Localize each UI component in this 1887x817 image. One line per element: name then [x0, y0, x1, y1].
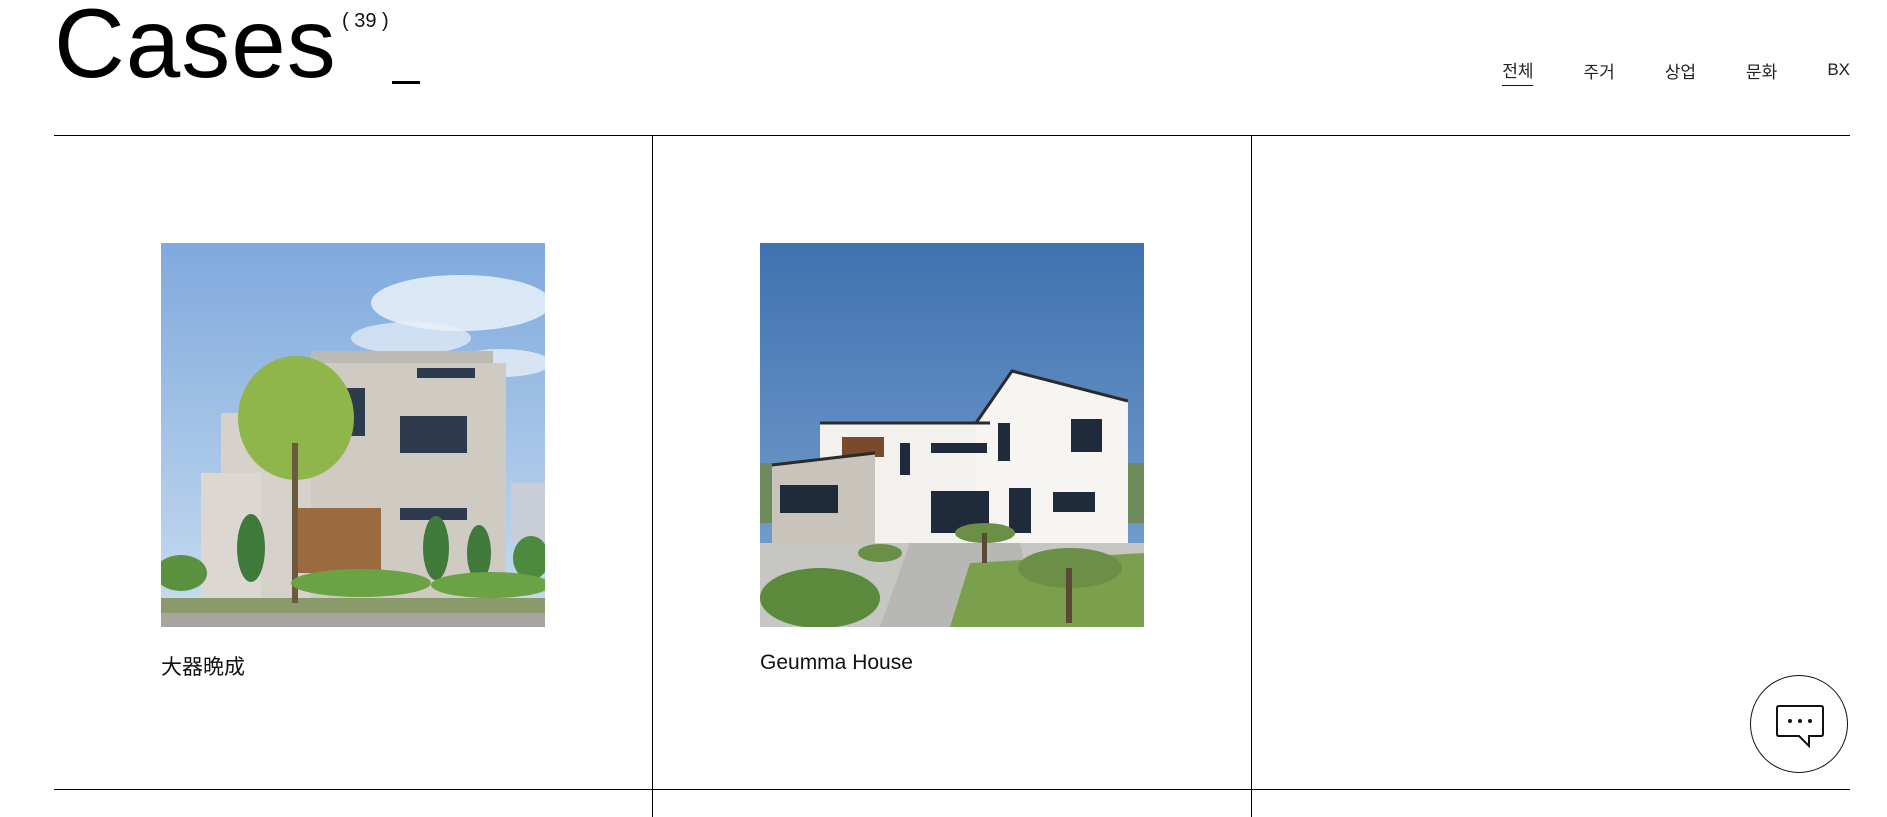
- grid-divider-bottom: [54, 789, 1850, 790]
- filter-residential[interactable]: 주거: [1583, 58, 1614, 86]
- case-title[interactable]: 大器晩成: [161, 651, 545, 681]
- page-title: Cases: [54, 0, 337, 98]
- case-thumbnail[interactable]: [760, 243, 1144, 627]
- case-card[interactable]: Geumma House: [760, 243, 1144, 675]
- filter-bx[interactable]: BX: [1827, 60, 1850, 83]
- grid-divider-vertical: [1251, 135, 1252, 817]
- page-header: Cases ( 39 ) 전체 주거 상업 문화 BX: [0, 0, 1887, 136]
- grid-divider-vertical: [652, 135, 653, 817]
- title-cursor: [392, 81, 420, 84]
- filter-culture[interactable]: 문화: [1746, 58, 1777, 86]
- filter-commercial[interactable]: 상업: [1665, 58, 1696, 86]
- chat-bubble-icon: [1776, 705, 1824, 748]
- grid-divider-top: [54, 135, 1850, 136]
- case-count: ( 39 ): [342, 10, 389, 32]
- case-card[interactable]: 大器晩成: [161, 243, 545, 681]
- case-title[interactable]: Geumma House: [760, 651, 1144, 675]
- category-filter-nav: 전체 주거 상업 문화 BX: [1452, 57, 1850, 86]
- case-thumbnail[interactable]: [161, 243, 545, 627]
- filter-all[interactable]: 전체: [1502, 57, 1534, 86]
- chat-button[interactable]: [1750, 675, 1848, 773]
